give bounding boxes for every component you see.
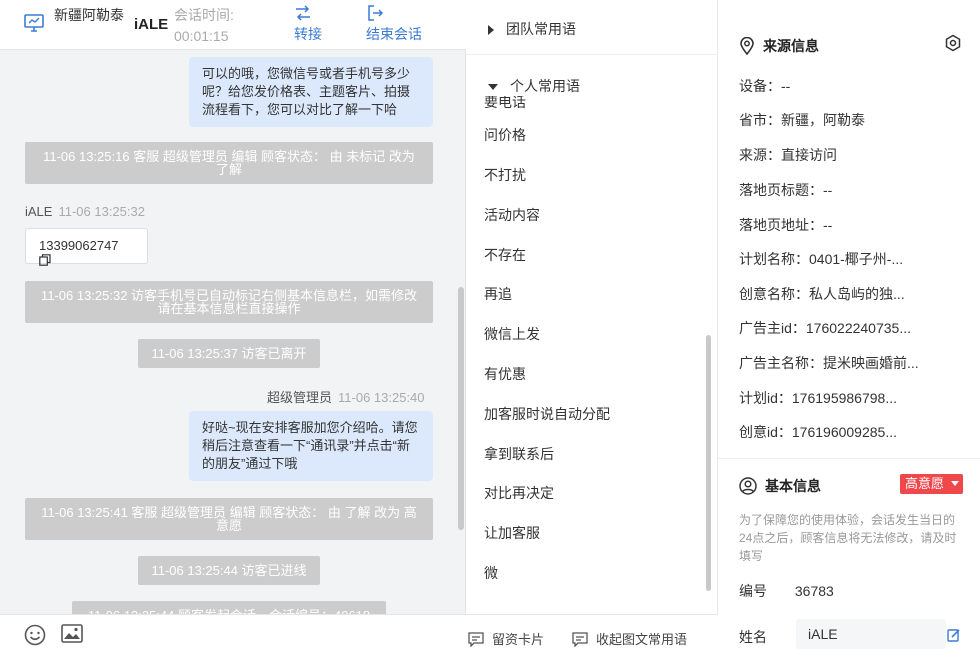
intent-status-value: 高意愿 [905, 476, 945, 491]
field-plan-id: 计划id：176195986798... [739, 390, 897, 406]
phrases-panel: 团队常用语 要电话 个人常用语 问价格 不打扰 活动内容 不存在 再追 微信上发… [466, 0, 718, 649]
edit-icon[interactable] [947, 628, 961, 642]
info-panel: 来源信息 设备：-- 省市：新疆，阿勒泰 来源：直接访问 落地页标题：-- 落地… [718, 0, 980, 649]
source-info-label: 来源信息 [763, 38, 819, 54]
phrase-item[interactable]: 微信上发 [484, 324, 540, 344]
field-source: 来源：直接访问 [739, 147, 837, 163]
field-creative-name: 创意名称：私人岛屿的独... [739, 286, 905, 302]
id-label: 编号 [739, 583, 767, 599]
image-icon[interactable] [61, 624, 83, 644]
agent-message: 可以的哦，您微信号或者手机号多少呢？给您发价格表、主题客片、拍摄流程看下，您可以… [189, 57, 433, 127]
end-session-label: 结束会话 [366, 26, 422, 42]
card-icon [468, 632, 484, 648]
sender-name: iALE [25, 204, 53, 219]
field-province-city: 省市：新疆，阿勒泰 [739, 112, 865, 128]
leave-card-label: 留资卡片 [492, 632, 545, 647]
chat-scrollbar[interactable] [458, 287, 464, 530]
collapse-phrases-label: 收起图文常用语 [596, 632, 688, 647]
copy-icon[interactable] [39, 254, 51, 266]
team-phrases-label: 团队常用语 [506, 21, 576, 37]
session-time: 会话时间: 00:01:15 [174, 5, 234, 47]
settings-icon[interactable] [944, 34, 962, 52]
message-time: 11-06 13:25:32 [58, 204, 145, 219]
field-advertiser-id: 广告主id：176022240735... [739, 320, 911, 336]
field-creative-id: 创意id：176196009285... [739, 424, 897, 440]
field-landing-title: 落地页标题：-- [739, 182, 833, 198]
name-field[interactable]: iALE [796, 619, 946, 649]
app-root: 新疆阿勒泰 iALE 会话时间: 00:01:15 转接 结束会话 可以的哦，您… [0, 0, 980, 649]
intent-status-dropdown[interactable]: 高意愿 [900, 474, 963, 494]
leave-card-button[interactable]: 留资卡片 [468, 629, 544, 648]
monitor-icon [24, 14, 44, 32]
phone-message[interactable]: 13399062747 [25, 228, 148, 266]
phrase-item[interactable]: 有优惠 [484, 364, 526, 384]
phrase-item[interactable]: 加客服时说自动分配 [484, 404, 610, 424]
transfer-button[interactable]: 转接 [294, 4, 322, 45]
phrase-item[interactable]: 让加客服 [484, 523, 540, 543]
caret-right-icon [488, 25, 494, 36]
phrase-item[interactable]: 问价格 [484, 125, 526, 145]
exit-icon [368, 5, 384, 21]
visitor-location: 新疆阿勒泰 [54, 7, 124, 23]
end-session-button[interactable]: 结束会话 [366, 4, 422, 45]
system-message: 11-06 13:25:37 访客已离开 [138, 339, 320, 368]
personal-phrases-label: 个人常用语 [510, 78, 580, 94]
field-device: 设备：-- [739, 78, 791, 94]
chat-header: 新疆阿勒泰 iALE 会话时间: 00:01:15 转接 结束会话 [0, 0, 466, 50]
phrase-item[interactable]: 不存在 [484, 245, 526, 265]
message-icon [572, 632, 588, 648]
system-message: 11-06 13:25:44 访客已进线 [138, 556, 320, 585]
visitor-name: iALE [134, 16, 169, 33]
user-icon [739, 477, 757, 495]
transfer-label: 转接 [294, 26, 322, 42]
transfer-icon [296, 5, 310, 21]
phrase-item[interactable]: 拿到联系后 [484, 444, 554, 464]
divider [718, 458, 980, 459]
session-time-label: 会话时间: [174, 7, 234, 23]
source-info-title: 来源信息 [739, 36, 819, 56]
sender-name: 超级管理员 [267, 390, 333, 405]
agent-message: 好哒~现在安排客服加您介绍哈。请您稍后注意查看一下“通讯录”并点击“新的朋友”通… [189, 411, 433, 481]
name-label: 姓名 [739, 629, 767, 645]
caret-down-icon [488, 84, 498, 91]
phrases-toolbar: 留资卡片 收起图文常用语 [466, 614, 718, 649]
field-advertiser-name: 广告主名称：提米映画婚前... [739, 355, 919, 371]
basic-info-label: 基本信息 [765, 478, 821, 494]
phrase-item[interactable]: 不打扰 [484, 165, 526, 185]
field-plan-name: 计划名称：0401-椰子州-... [739, 251, 904, 267]
phrase-item[interactable]: 对比再决定 [484, 483, 554, 503]
collapse-phrases-button[interactable]: 收起图文常用语 [572, 629, 687, 648]
phone-number: 13399062747 [39, 238, 119, 253]
system-message: 11-06 13:25:16 客服 超级管理员 编辑 顾客状态： 由 未标记 改… [25, 142, 433, 184]
system-message: 11-06 13:25:32 访客手机号已自动标记右侧基本信息栏，如需修改请在基… [25, 281, 433, 323]
phrase-item[interactable]: 微 [484, 563, 498, 583]
phrase-item[interactable]: 活动内容 [484, 205, 540, 225]
phrase-item[interactable]: 再追 [484, 284, 512, 304]
id-row: 编号 36783 [739, 581, 834, 601]
chat-panel: 新疆阿勒泰 iALE 会话时间: 00:01:15 转接 结束会话 可以的哦，您… [0, 0, 466, 649]
basic-info-title: 基本信息 [739, 476, 821, 496]
agent-message-meta: 超级管理员 11-06 13:25:40 [267, 387, 425, 406]
id-value: 36783 [794, 583, 834, 599]
team-phrases-group[interactable]: 团队常用语 [466, 0, 718, 55]
message-time: 11-06 13:25:40 [338, 390, 425, 405]
chat-toolbar [0, 614, 466, 649]
team-phrases-header: 团队常用语 [488, 19, 576, 39]
basic-info-note: 为了保障您的使用体验，会话发生当日的24点之后，顾客信息将无法修改，请及时填写 [739, 513, 957, 563]
system-message: 11-06 13:25:41 客服 超级管理员 编辑 顾客状态： 由 了解 改为… [25, 498, 433, 540]
phrases-scrollbar[interactable] [706, 335, 711, 591]
visitor-message-meta: iALE 11-06 13:25:32 [25, 204, 145, 219]
location-icon [740, 36, 754, 56]
system-message: 11-06 13:25:44 顾客发起会话，会话编号：40618 [72, 601, 386, 614]
personal-phrases-header[interactable]: 个人常用语 [488, 76, 590, 96]
emoji-icon[interactable] [24, 624, 46, 646]
message-list[interactable]: 可以的哦，您微信号或者手机号多少呢？给您发价格表、主题客片、拍摄流程看下，您可以… [0, 50, 466, 614]
session-time-value: 00:01:15 [174, 28, 229, 44]
field-landing-url: 落地页地址：-- [739, 217, 833, 233]
caret-down-icon [950, 481, 959, 486]
